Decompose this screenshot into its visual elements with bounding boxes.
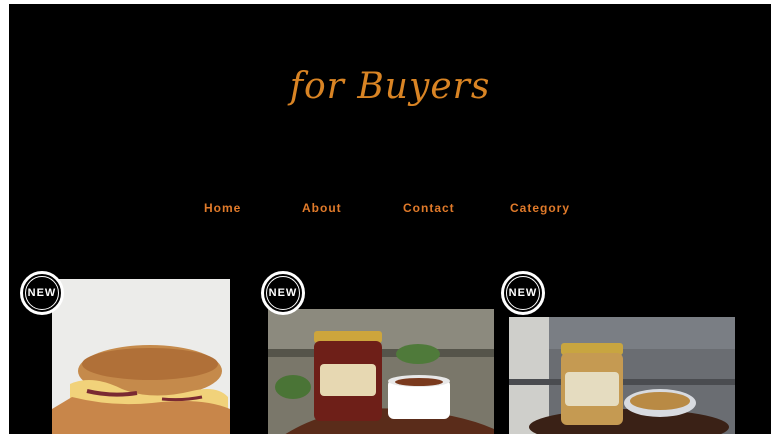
new-badge: NEW bbox=[261, 271, 305, 315]
nav-category-link[interactable]: Category bbox=[510, 201, 570, 215]
preserves-jar-image bbox=[268, 309, 494, 434]
page-title: for Buyers bbox=[289, 66, 491, 107]
nav-home-link[interactable]: Home bbox=[204, 201, 241, 215]
page-canvas: for Buyers Home About Contact Category N… bbox=[9, 4, 771, 434]
main-nav: Home About Contact Category bbox=[9, 201, 771, 221]
nav-contact-link[interactable]: Contact bbox=[403, 201, 455, 215]
product-card-sandwich[interactable] bbox=[52, 279, 230, 434]
new-badge: NEW bbox=[20, 271, 64, 315]
nav-about-link[interactable]: About bbox=[302, 201, 342, 215]
product-card-mustard[interactable] bbox=[509, 317, 735, 434]
mustard-jar-image bbox=[509, 317, 735, 434]
new-badge: NEW bbox=[501, 271, 545, 315]
product-card-preserves[interactable] bbox=[268, 309, 494, 434]
grilled-cheese-image bbox=[52, 279, 230, 434]
